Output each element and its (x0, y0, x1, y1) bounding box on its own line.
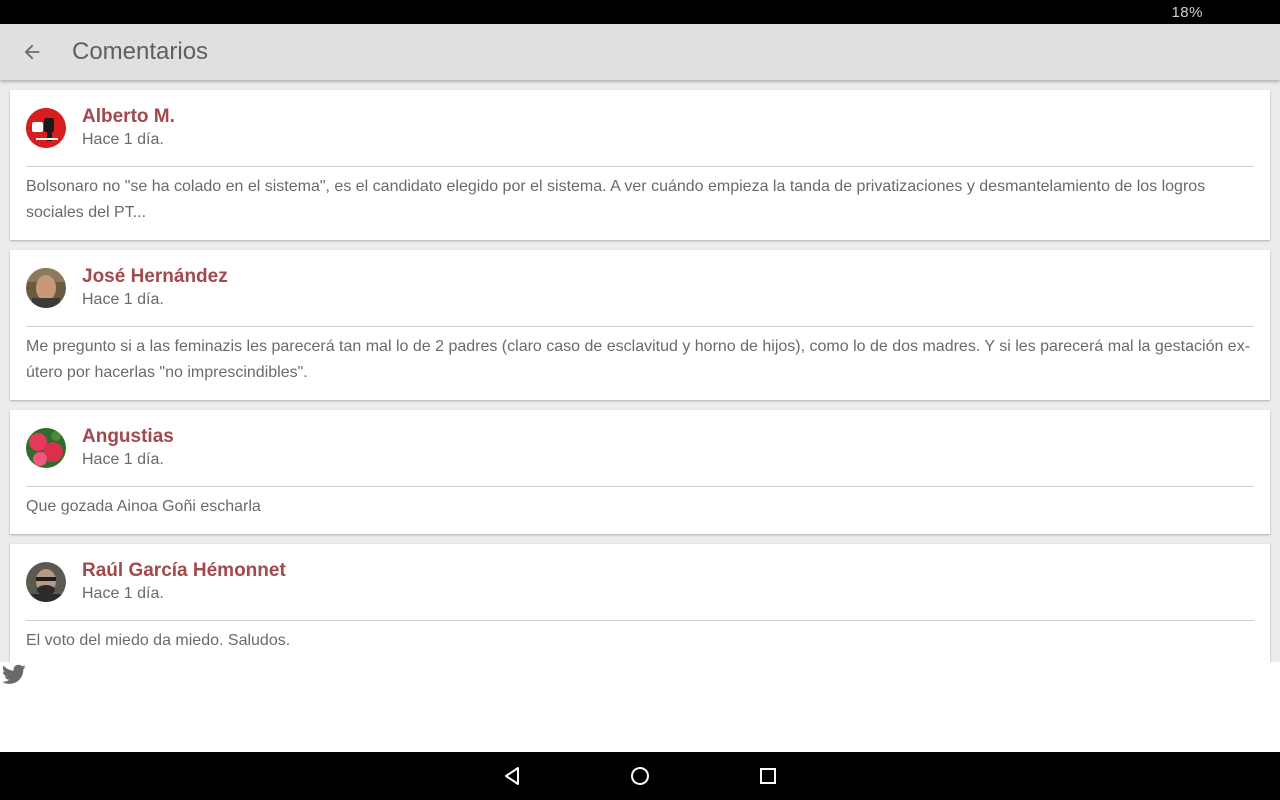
app-bar: Comentarios (0, 24, 1280, 80)
comment-time: Hace 1 día. (82, 131, 164, 148)
comment-text: Bolsonaro no "se ha colado en el sistema… (26, 178, 1206, 221)
comment-author[interactable]: Angustias (82, 426, 174, 448)
comment-card: Angustias Hace 1 día. Que gozada Ainoa G… (10, 410, 1270, 534)
arrow-back-icon[interactable] (16, 36, 48, 68)
battery-level: 18% (1171, 4, 1203, 21)
system-nav-bar (0, 752, 1280, 800)
comment-author[interactable]: José Hernández (82, 266, 228, 288)
comment-time: Hace 1 día. (82, 451, 164, 468)
divider (26, 166, 1254, 167)
divider (26, 620, 1254, 621)
avatar[interactable] (26, 268, 66, 308)
avatar[interactable] (26, 428, 66, 468)
comment-author[interactable]: Raúl García Hémonnet (82, 560, 286, 582)
comment-time: Hace 1 día. (82, 585, 164, 602)
comment-time: Hace 1 día. (82, 291, 164, 308)
status-bar: 18% (0, 0, 1280, 24)
nav-recents-icon[interactable] (756, 764, 780, 788)
avatar[interactable] (26, 562, 66, 602)
comment-text: Que gozada Ainoa Goñi escharla (26, 498, 261, 515)
comments-list[interactable]: Alberto M. Hace 1 día. Bolsonaro no "se … (0, 80, 1280, 662)
nav-back-icon[interactable] (500, 764, 524, 788)
comment-card: Alberto M. Hace 1 día. Bolsonaro no "se … (10, 90, 1270, 240)
comment-author[interactable]: Alberto M. (82, 106, 175, 128)
twitter-icon[interactable] (0, 662, 1280, 752)
page-title: Comentarios (72, 38, 209, 65)
divider (26, 326, 1254, 327)
nav-home-icon[interactable] (628, 764, 652, 788)
comment-card: Raúl García Hémonnet Hace 1 día. El voto… (10, 544, 1270, 662)
comment-card: José Hernández Hace 1 día. Me pregunto s… (10, 250, 1270, 400)
avatar[interactable] (26, 108, 66, 148)
divider (26, 486, 1254, 487)
comment-text: Me pregunto si a las feminazis les parec… (26, 338, 1251, 381)
comment-text: El voto del miedo da miedo. Saludos. (26, 632, 291, 649)
